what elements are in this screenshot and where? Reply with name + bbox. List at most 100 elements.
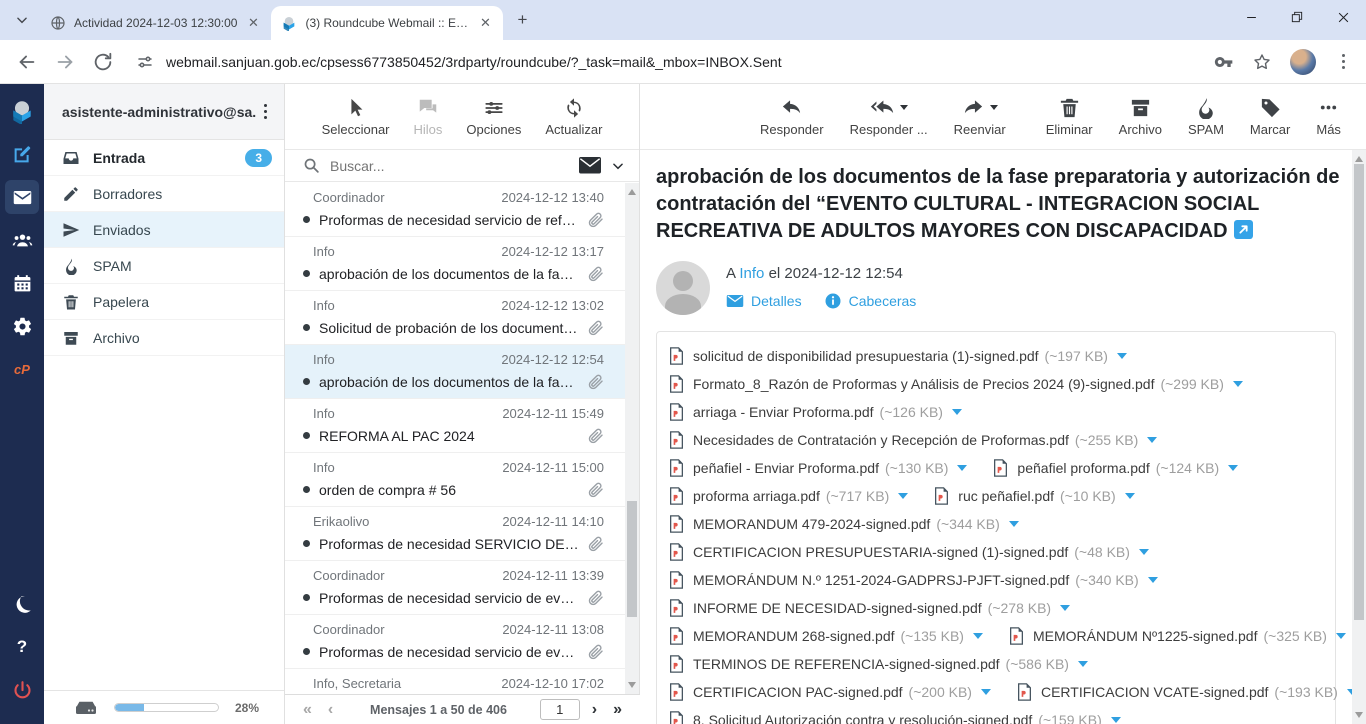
attachment-menu-caret-icon[interactable] — [1078, 661, 1088, 667]
attachment-menu-caret-icon[interactable] — [957, 465, 967, 471]
refresh-list-button[interactable]: Actualizar — [545, 97, 602, 137]
attachment-link[interactable]: arriaga - Enviar Proforma.pdf(~126 KB) — [669, 403, 962, 421]
archive-button[interactable]: Archivo — [1119, 96, 1162, 137]
browser-profile-avatar[interactable] — [1290, 49, 1316, 75]
attachment-menu-caret-icon[interactable] — [1147, 437, 1157, 443]
attachment-link[interactable]: MEMORÁNDUM Nº1225-signed.pdf(~325 KB) — [1009, 627, 1346, 645]
folder-item-spam[interactable]: SPAM — [44, 248, 284, 284]
options-button[interactable]: Opciones — [466, 97, 521, 137]
forward-button[interactable]: Reenviar — [954, 96, 1006, 137]
reader-scrollbar[interactable] — [1352, 150, 1366, 724]
new-tab-button[interactable]: + — [509, 7, 535, 33]
attachment-menu-caret-icon[interactable] — [1125, 493, 1135, 499]
message-list-item[interactable]: Erikaolivo2024-12-11 14:10Proformas de n… — [285, 507, 626, 561]
attachment-menu-caret-icon[interactable] — [1148, 577, 1158, 583]
browser-tab-0[interactable]: Actividad 2024-12-03 12:30:00✕ — [40, 6, 271, 40]
rail-settings-icon[interactable] — [5, 309, 39, 343]
rail-compose-icon[interactable] — [5, 137, 39, 171]
attachment-link[interactable]: 8. Solicitud Autorización contra y resol… — [669, 711, 1121, 724]
reply-all-caret-icon[interactable] — [900, 105, 908, 110]
tab-search-icon[interactable] — [8, 6, 36, 34]
attachment-link[interactable]: proforma arriaga.pdf(~717 KB) — [669, 487, 908, 505]
threads-button[interactable]: Hilos — [414, 97, 443, 137]
message-list-item[interactable]: Info2024-12-11 15:49REFORMA AL PAC 2024 — [285, 399, 626, 453]
message-list-item[interactable]: Coordinador2024-12-12 13:40Proformas de … — [285, 183, 626, 237]
reply-button[interactable]: Responder — [760, 96, 824, 137]
rail-contacts-icon[interactable] — [5, 223, 39, 257]
search-scope-mail-icon[interactable] — [579, 157, 601, 174]
rail-calendar-icon[interactable] — [5, 266, 39, 300]
headers-toggle[interactable]: Cabeceras — [824, 292, 917, 310]
next-page-button[interactable]: › — [584, 701, 605, 719]
attachment-menu-caret-icon[interactable] — [1336, 633, 1346, 639]
tab-close-icon[interactable]: ✕ — [477, 15, 493, 31]
mark-button[interactable]: Marcar — [1250, 96, 1290, 137]
first-page-button[interactable]: « — [295, 701, 320, 719]
folder-item-borradores[interactable]: Borradores — [44, 176, 284, 212]
attachment-link[interactable]: CERTIFICACION PRESUPUESTARIA-signed (1)-… — [669, 543, 1149, 561]
attachment-menu-caret-icon[interactable] — [1009, 521, 1019, 527]
attachment-menu-caret-icon[interactable] — [1060, 605, 1070, 611]
attachment-menu-caret-icon[interactable] — [1117, 353, 1127, 359]
message-list-item[interactable]: Info2024-12-12 13:02Solicitud de probaci… — [285, 291, 626, 345]
bookmark-star-icon[interactable] — [1252, 52, 1272, 72]
close-window-button[interactable] — [1320, 0, 1366, 34]
message-list-scrollbar[interactable] — [625, 183, 639, 694]
reply-all-button[interactable]: Responder ... — [850, 96, 928, 137]
back-icon[interactable] — [16, 51, 38, 73]
search-options-chevron-icon[interactable] — [611, 159, 625, 173]
message-list-item[interactable]: Coordinador2024-12-11 13:08Proformas de … — [285, 615, 626, 669]
attachment-link[interactable]: TERMINOS DE REFERENCIA-signed-signed.pdf… — [669, 655, 1088, 673]
attachment-link[interactable]: MEMORANDUM 268-signed.pdf(~135 KB) — [669, 627, 983, 645]
rail-help-icon[interactable]: ? — [5, 630, 39, 664]
message-list-item[interactable]: Coordinador2024-12-11 13:39Proformas de … — [285, 561, 626, 615]
attachment-link[interactable]: CERTIFICACION PAC-signed.pdf(~200 KB) — [669, 683, 991, 701]
attachment-link[interactable]: MEMORÁNDUM N.º 1251-2024-GADPRSJ-PJFT-si… — [669, 571, 1158, 589]
attachment-menu-caret-icon[interactable] — [1139, 549, 1149, 555]
spam-button[interactable]: SPAM — [1188, 96, 1224, 137]
attachment-menu-caret-icon[interactable] — [1111, 717, 1121, 723]
site-info-icon[interactable] — [136, 53, 154, 71]
search-bar[interactable]: Buscar... — [285, 150, 639, 182]
refresh-icon[interactable] — [92, 51, 114, 73]
select-button[interactable]: Seleccionar — [322, 97, 390, 137]
attachment-link[interactable]: solicitud de disponibilidad presupuestar… — [669, 347, 1127, 365]
forward-caret-icon[interactable] — [990, 105, 998, 110]
details-toggle[interactable]: Detalles — [726, 292, 802, 310]
attachment-menu-caret-icon[interactable] — [898, 493, 908, 499]
attachment-menu-caret-icon[interactable] — [1233, 381, 1243, 387]
message-list-item[interactable]: Info2024-12-12 12:54aprobación de los do… — [285, 345, 626, 399]
url-field[interactable]: webmail.sanjuan.gob.ec/cpsess6773850452/… — [166, 54, 782, 70]
attachment-link[interactable]: Necesidades de Contratación y Recepción … — [669, 431, 1157, 449]
page-number-input[interactable] — [540, 699, 580, 720]
folder-item-papelera[interactable]: Papelera — [44, 284, 284, 320]
browser-tab-1[interactable]: (3) Roundcube Webmail :: Envia✕ — [271, 6, 503, 40]
external-link-icon[interactable] — [1234, 220, 1253, 239]
account-menu-icon[interactable] — [256, 104, 274, 119]
attachment-link[interactable]: peñafiel proforma.pdf(~124 KB) — [993, 459, 1238, 477]
attachment-link[interactable]: MEMORANDUM 479-2024-signed.pdf(~344 KB) — [669, 515, 1019, 533]
prev-page-button[interactable]: ‹ — [320, 701, 341, 719]
tab-close-icon[interactable]: ✕ — [245, 15, 261, 31]
message-list-item[interactable]: Info2024-12-12 13:17aprobación de los do… — [285, 237, 626, 291]
restore-button[interactable] — [1274, 0, 1320, 34]
message-list-item[interactable]: Info, Secretaria2024-12-10 17:02 — [285, 669, 626, 694]
message-list-item[interactable]: Info2024-12-11 15:00orden de compra # 56 — [285, 453, 626, 507]
attachment-menu-caret-icon[interactable] — [981, 689, 991, 695]
rail-mail-icon[interactable] — [5, 180, 39, 214]
more-button[interactable]: Más — [1316, 96, 1341, 137]
attachment-link[interactable]: Formato_8_Razón de Proformas y Análisis … — [669, 375, 1243, 393]
minimize-button[interactable] — [1228, 0, 1274, 34]
attachment-link[interactable]: INFORME DE NECESIDAD-signed-signed.pdf(~… — [669, 599, 1070, 617]
rail-cpanel-icon[interactable]: cP — [5, 352, 39, 386]
browser-menu-icon[interactable] — [1334, 54, 1352, 69]
attachment-menu-caret-icon[interactable] — [952, 409, 962, 415]
folder-item-enviados[interactable]: Enviados — [44, 212, 284, 248]
attachment-link[interactable]: CERTIFICACION VCATE-signed.pdf(~193 KB) — [1017, 683, 1352, 701]
password-key-icon[interactable] — [1214, 52, 1234, 72]
attachment-menu-caret-icon[interactable] — [973, 633, 983, 639]
last-page-button[interactable]: » — [605, 701, 630, 719]
folder-item-archivo[interactable]: Archivo — [44, 320, 284, 356]
rail-logout-icon[interactable] — [5, 673, 39, 707]
delete-button[interactable]: Eliminar — [1046, 96, 1093, 137]
